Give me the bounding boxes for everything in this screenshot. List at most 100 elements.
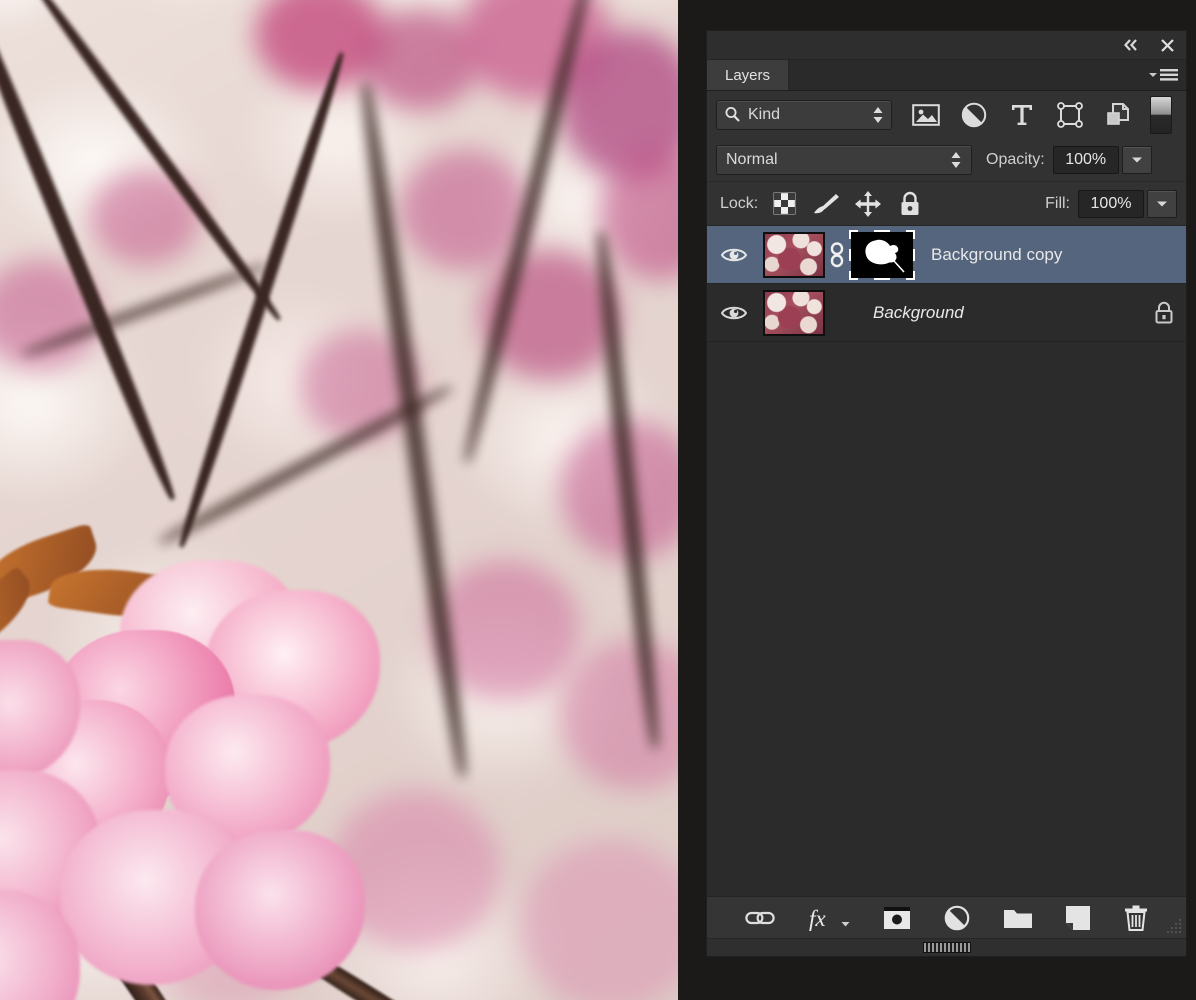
- blend-mode-value: Normal: [726, 150, 778, 168]
- double-chevron-left-icon: [1124, 39, 1137, 51]
- new-adjustment-layer-button[interactable]: [944, 905, 970, 931]
- mask-selection-edge: [874, 229, 890, 232]
- new-group-button[interactable]: [1004, 907, 1032, 929]
- lock-buttons: [768, 189, 926, 219]
- mask-shape: [851, 231, 913, 278]
- filter-kind-label: Kind: [748, 105, 781, 123]
- chevron-down-icon: [1149, 73, 1157, 77]
- layer-style-button[interactable]: fx: [809, 905, 850, 931]
- up-down-arrows-icon: [873, 106, 883, 123]
- blend-mode-select[interactable]: Normal: [716, 144, 972, 175]
- filter-pixel-layers-button[interactable]: [902, 98, 950, 132]
- mask-selection-corner: [849, 270, 858, 280]
- padlock-icon: [1155, 301, 1173, 323]
- shape-bounding-box-icon: [1057, 101, 1083, 128]
- layer-mask-link-icon[interactable]: [825, 241, 849, 268]
- filter-shape-layers-button[interactable]: [1046, 98, 1094, 132]
- folder-icon: [1004, 909, 1032, 928]
- layers-bottom-toolbar: fx: [707, 896, 1186, 938]
- close-x-icon: [1160, 38, 1174, 52]
- smart-object-icon: [1107, 102, 1129, 125]
- layer-name[interactable]: Background copy: [913, 245, 1186, 265]
- chain-link-icon: [830, 241, 844, 267]
- panel-menu-button[interactable]: [1148, 68, 1178, 82]
- trash-icon: [1125, 905, 1147, 931]
- mask-selection-corner: [906, 229, 915, 239]
- blossom-petal: [195, 830, 365, 990]
- lock-fill-bar: Lock: Fill: 100%: [707, 182, 1186, 226]
- panel-tabstrip: Layers: [707, 60, 1186, 91]
- image-canvas[interactable]: [0, 0, 678, 1000]
- collapse-to-icons-button[interactable]: [1122, 36, 1140, 54]
- layer-thumbnail[interactable]: [763, 231, 825, 278]
- new-layer-button[interactable]: [1066, 905, 1090, 930]
- filter-enable-toggle[interactable]: [1150, 95, 1172, 134]
- thumbnail-image: [765, 291, 823, 334]
- panel-titlebar[interactable]: [707, 31, 1186, 60]
- tab-layers-label: Layers: [725, 66, 771, 84]
- fx-icon: fx: [809, 906, 826, 931]
- fill-label: Fill:: [1045, 194, 1070, 212]
- lock-transparent-pixels-button[interactable]: [768, 189, 800, 219]
- table-row[interactable]: Background copy: [707, 226, 1186, 284]
- cherry-blossom-photo: [0, 0, 678, 1000]
- link-layers-button[interactable]: [745, 908, 775, 928]
- layer-visibility-toggle[interactable]: [713, 246, 755, 264]
- eye-icon: [721, 248, 747, 261]
- hamburger-menu-icon: [1160, 69, 1178, 81]
- layer-locked-icon: [1142, 301, 1186, 325]
- thumbnail-image: [765, 233, 823, 276]
- filter-adjustment-layers-button[interactable]: [950, 98, 998, 132]
- opacity-dropdown-button[interactable]: [1121, 145, 1152, 174]
- new-layer-icon: [1066, 905, 1090, 930]
- mask-selection-edge: [874, 277, 890, 280]
- lock-all-button[interactable]: [894, 189, 926, 219]
- up-down-arrows-icon: [951, 151, 961, 168]
- mask-selection-edge: [849, 248, 851, 261]
- foreground-blossoms: [0, 520, 420, 1000]
- panel-scroll-strip[interactable]: [707, 938, 1186, 956]
- opacity-value: 100%: [1065, 150, 1107, 168]
- layer-list[interactable]: Background copy Background: [707, 226, 1186, 896]
- image-icon: [912, 103, 940, 126]
- layer-name[interactable]: Background: [825, 303, 1142, 323]
- layer-visibility-toggle[interactable]: [713, 304, 755, 322]
- resize-grip-icon: [1167, 919, 1181, 933]
- mask-icon: [884, 906, 910, 929]
- panel-drag-grip[interactable]: [922, 942, 971, 953]
- add-layer-mask-button[interactable]: [884, 906, 910, 929]
- panel-resize-grip[interactable]: [1163, 916, 1183, 936]
- layer-filter-bar: Kind: [707, 91, 1186, 138]
- filter-type-icons: [902, 98, 1142, 132]
- text-t-icon: [1012, 104, 1032, 125]
- chain-link-icon: [745, 911, 775, 924]
- filter-smart-objects-button[interactable]: [1094, 98, 1142, 132]
- blossom-cluster: [400, 150, 530, 270]
- chevron-down-icon: [1131, 157, 1142, 162]
- close-panel-button[interactable]: [1158, 36, 1176, 54]
- lock-label: Lock:: [720, 194, 759, 212]
- move-arrows-icon: [855, 190, 882, 217]
- fill-input[interactable]: 100%: [1078, 189, 1144, 218]
- fill-dropdown-button[interactable]: [1147, 189, 1177, 218]
- chevron-down-icon: [1157, 201, 1167, 206]
- delete-layer-button[interactable]: [1124, 905, 1148, 931]
- mask-selection-corner: [906, 270, 915, 280]
- table-row[interactable]: Background: [707, 284, 1186, 342]
- tab-layers[interactable]: Layers: [707, 60, 790, 90]
- opacity-label: Opacity:: [986, 150, 1045, 168]
- filter-type-layers-button[interactable]: [998, 98, 1046, 132]
- layer-thumbnail[interactable]: [763, 289, 825, 336]
- half-circle-icon: [961, 102, 987, 127]
- lock-image-pixels-button[interactable]: [810, 189, 842, 219]
- half-circle-icon: [944, 905, 970, 930]
- blend-opacity-bar: Normal Opacity: 100%: [707, 138, 1186, 182]
- svg-text:fx: fx: [809, 906, 826, 931]
- brush-icon: [814, 193, 840, 213]
- layer-mask-thumbnail[interactable]: [849, 229, 915, 280]
- chevron-down-icon: [841, 921, 850, 926]
- filter-kind-select[interactable]: Kind: [716, 99, 892, 130]
- lock-position-button[interactable]: [852, 189, 884, 219]
- opacity-input[interactable]: 100%: [1052, 145, 1119, 174]
- magnifier-icon: [725, 107, 740, 122]
